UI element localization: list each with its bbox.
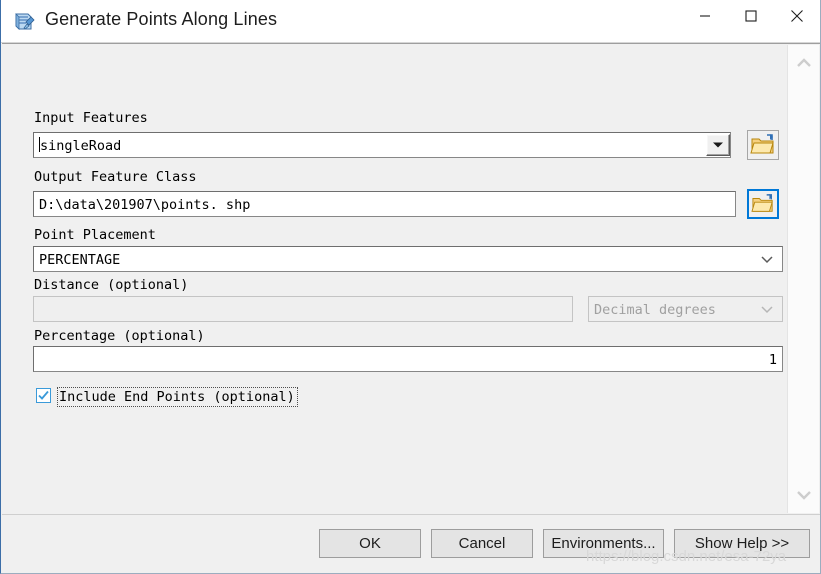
- environments-button[interactable]: Environments...: [543, 529, 664, 558]
- parameters-scroll-area: Input Features singleRoad Output Feature…: [3, 45, 789, 513]
- input-features-label: Input Features: [34, 110, 148, 126]
- open-folder-icon: [750, 134, 774, 154]
- ok-button[interactable]: OK: [319, 529, 421, 558]
- script-tool-icon: [12, 9, 38, 35]
- point-placement-select[interactable]: PERCENTAGE: [33, 246, 783, 272]
- include-end-points-checkbox[interactable]: [36, 388, 51, 403]
- distance-label: Distance (optional): [34, 277, 189, 293]
- minimize-button[interactable]: [682, 0, 728, 32]
- checkmark-icon: [38, 390, 49, 400]
- scroll-up-button[interactable]: [788, 51, 819, 75]
- minimize-icon: [700, 15, 710, 17]
- window-title: Generate Points Along Lines: [45, 9, 278, 29]
- cancel-button[interactable]: Cancel: [431, 529, 533, 558]
- distance-input[interactable]: [33, 296, 573, 322]
- chevron-up-icon: [796, 58, 811, 67]
- output-feature-class-browse-button[interactable]: [747, 189, 779, 219]
- chevron-down-icon[interactable]: [760, 252, 774, 266]
- dialog-window: Generate Points Along Lines Input Featur…: [0, 0, 821, 574]
- parameters-panel: Input Features singleRoad Output Feature…: [2, 43, 820, 514]
- chevron-down-icon[interactable]: [760, 302, 774, 316]
- show-help-button[interactable]: Show Help >>: [674, 529, 810, 558]
- close-icon: [791, 10, 803, 22]
- maximize-icon: [745, 10, 757, 22]
- distance-units-select[interactable]: Decimal degrees: [588, 296, 783, 322]
- input-features-browse-button[interactable]: [747, 130, 779, 160]
- scroll-down-button[interactable]: [788, 483, 819, 507]
- title-bar: Generate Points Along Lines: [1, 0, 820, 43]
- vertical-scrollbar[interactable]: [787, 45, 819, 513]
- input-features-combo[interactable]: singleRoad: [33, 132, 731, 158]
- output-feature-class-label: Output Feature Class: [34, 169, 197, 185]
- percentage-input[interactable]: 1: [33, 346, 783, 372]
- close-button[interactable]: [774, 0, 820, 32]
- point-placement-label: Point Placement: [34, 227, 156, 243]
- include-end-points-label: Include End Points (optional): [57, 387, 298, 407]
- dialog-footer: OK Cancel Environments... Show Help >>: [2, 514, 820, 572]
- dropdown-triangle-icon[interactable]: [706, 134, 730, 156]
- chevron-down-icon: [796, 491, 811, 500]
- maximize-button[interactable]: [728, 0, 774, 32]
- input-features-value: singleRoad: [40, 138, 122, 154]
- percentage-label: Percentage (optional): [34, 328, 205, 344]
- output-feature-class-input[interactable]: D:\data\201907\points. shp: [33, 191, 736, 217]
- open-folder-icon: [751, 193, 773, 212]
